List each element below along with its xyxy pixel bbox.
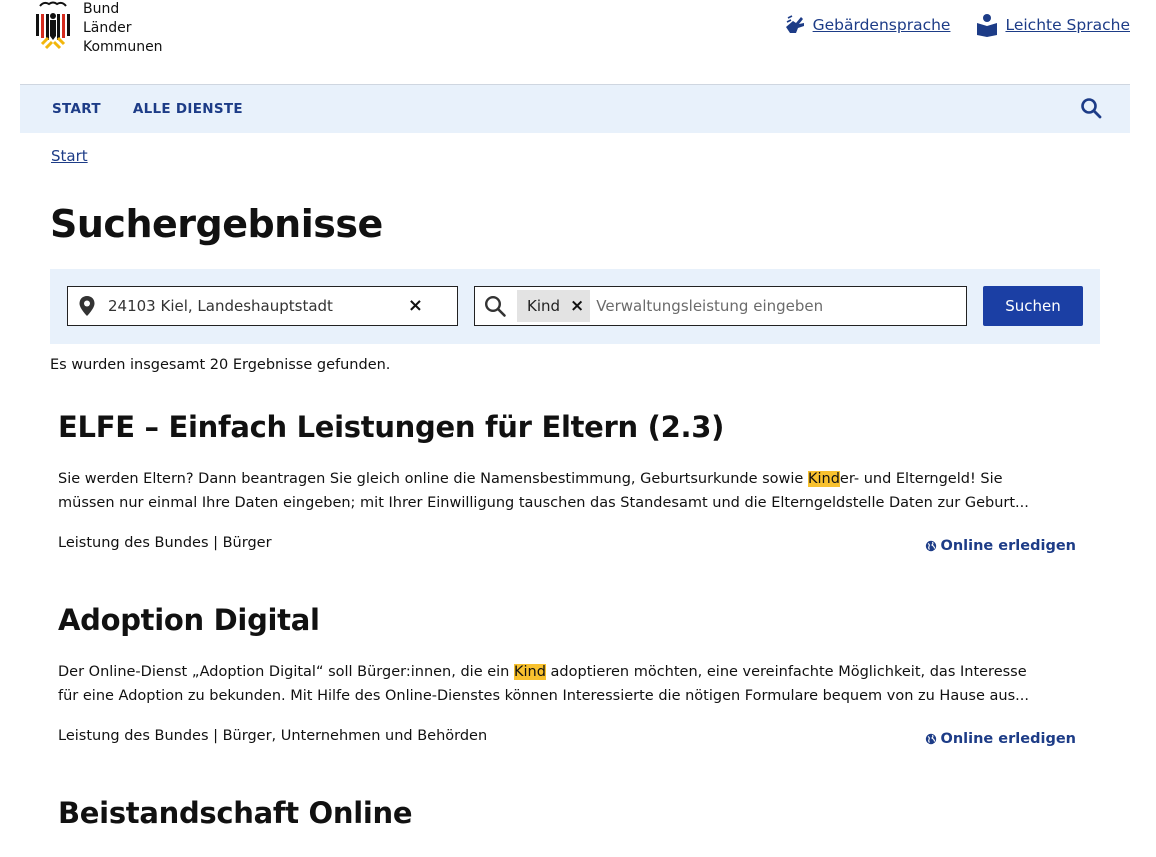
globe-icon (925, 733, 936, 745)
result-item: Beistandschaft Online (58, 796, 1088, 830)
nav-item-all-services[interactable]: ALLE DIENSTE (133, 101, 243, 117)
page-title: Suchergebnisse (50, 202, 383, 246)
easy-language-label: Leichte Sprache (1005, 16, 1130, 34)
breadcrumb-start[interactable]: Start (51, 147, 88, 165)
easy-language-link[interactable]: Leichte Sprache (976, 13, 1130, 37)
main-navigation: START ALLE DIENSTE (20, 85, 1130, 133)
logo-text: Bund Länder Kommunen (83, 0, 163, 57)
eagle-logo-icon (36, 1, 70, 50)
result-description: Der Online-Dienst „Adoption Digital“ sol… (58, 660, 1048, 708)
location-field[interactable]: 24103 Kiel, Landeshauptstadt × (67, 286, 458, 326)
online-service-link[interactable]: Online erledigen (925, 731, 1076, 747)
easy-language-icon (977, 14, 998, 37)
result-description: Sie werden Eltern? Dann beantragen Sie g… (58, 467, 1048, 515)
online-service-label: Online erledigen (940, 538, 1076, 554)
search-icon (484, 295, 506, 317)
location-pin-icon (79, 296, 95, 316)
accessibility-links: Gebärdensprache Leichte Sprache (784, 13, 1130, 37)
search-term-chip: Kind × (517, 290, 591, 322)
result-meta: Leistung des Bundes | Bürger, Unternehme… (58, 728, 488, 744)
result-title[interactable]: Beistandschaft Online (58, 796, 1088, 830)
result-item: Adoption Digital Der Online-Dienst „Adop… (58, 603, 1088, 747)
chip-remove-button[interactable]: × (570, 296, 584, 316)
result-count: Es wurden insgesamt 20 Ergebnisse gefund… (50, 357, 391, 373)
search-highlight: Kind (807, 471, 840, 487)
online-service-label: Online erledigen (940, 731, 1076, 747)
location-clear-button[interactable]: × (408, 296, 423, 316)
sign-language-label: Gebärdensprache (812, 16, 951, 34)
search-highlight: Kind (513, 664, 546, 680)
result-title[interactable]: ELFE – Einfach Leistungen für Eltern (2.… (58, 410, 1088, 444)
result-description-text: Der Online-Dienst „Adoption Digital“ sol… (58, 664, 514, 680)
service-field[interactable]: Kind × (474, 286, 967, 326)
search-icon (1081, 98, 1102, 119)
result-title[interactable]: Adoption Digital (58, 603, 1088, 637)
nav-search-button[interactable] (1080, 97, 1102, 123)
online-service-link[interactable]: Online erledigen (925, 538, 1076, 554)
sign-language-link[interactable]: Gebärdensprache (784, 14, 951, 36)
chip-label: Kind (527, 297, 561, 315)
result-description-text: Sie werden Eltern? Dann beantragen Sie g… (58, 471, 808, 487)
logo-line-laender: Länder (83, 20, 132, 36)
logo-line-bund: Bund (83, 1, 120, 17)
result-item: ELFE – Einfach Leistungen für Eltern (2.… (58, 410, 1088, 554)
service-input[interactable] (596, 297, 897, 315)
sign-language-icon (785, 15, 804, 33)
search-button[interactable]: Suchen (983, 286, 1083, 326)
location-value: 24103 Kiel, Landeshauptstadt (108, 297, 333, 315)
nav-item-start[interactable]: START (52, 101, 101, 117)
globe-icon (925, 540, 936, 552)
site-logo[interactable]: Bund Länder Kommunen (32, 0, 182, 60)
logo-line-kommunen: Kommunen (83, 39, 163, 55)
search-panel: 24103 Kiel, Landeshauptstadt × Kind × Su… (50, 269, 1100, 344)
result-meta: Leistung des Bundes | Bürger (58, 535, 272, 551)
